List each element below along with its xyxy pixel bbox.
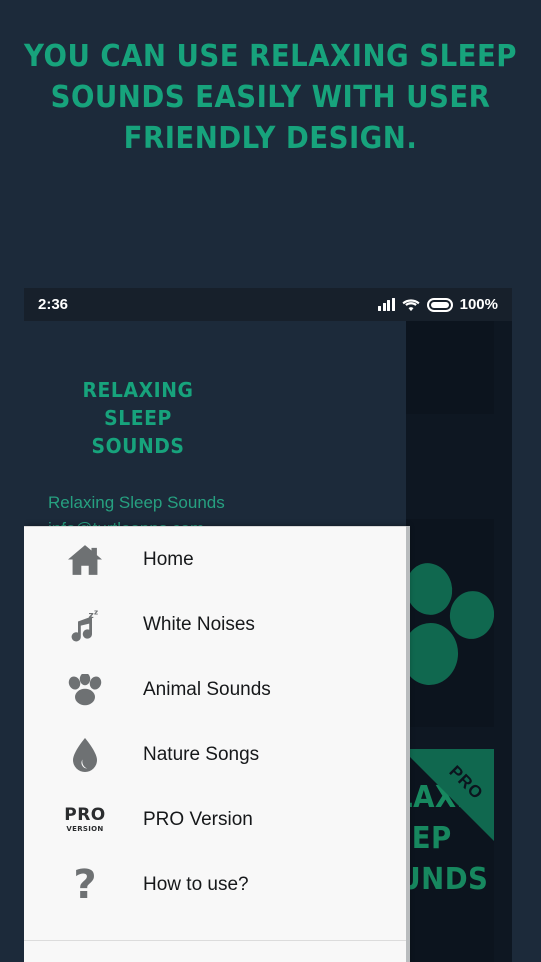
drawer-item-white-noises[interactable]: z z White Noises [24, 592, 406, 657]
paw-icon [62, 669, 108, 711]
drawer-item-label: White Noises [143, 613, 255, 635]
pro-version-icon: PRO VERSION [64, 804, 106, 833]
drawer-app-title-line-3: SOUNDS [91, 434, 185, 458]
drawer-item-label: Home [143, 548, 194, 570]
drawer-item-nature-songs[interactable]: Nature Songs [24, 722, 406, 787]
pro-ribbon-badge: PRO [402, 749, 494, 841]
question-mark-icon: ? [73, 861, 97, 908]
music-note-sleep-icon: z z [62, 604, 108, 646]
drawer-item-label: Nature Songs [143, 743, 260, 765]
drawer-item-label: PRO Version [143, 808, 253, 830]
water-drop-icon [62, 734, 108, 776]
drawer-item-label: How to use? [143, 873, 249, 895]
drawer-footer-divider [24, 940, 406, 941]
drawer-account-name: Relaxing Sleep Sounds [48, 493, 225, 512]
battery-percent-label: 100% [459, 296, 498, 313]
drawer-menu-panel: Home z z White Noises Animal Sounds Natu… [24, 526, 406, 962]
navigation-drawer: RELAXING SLEEP SOUNDS Relaxing Sleep Sou… [24, 288, 410, 962]
drawer-edge-shadow [406, 526, 410, 962]
drawer-item-how-to-use[interactable]: ? How to use? [24, 852, 406, 917]
drawer-app-title-line-1: RELAXING [82, 378, 194, 402]
wifi-icon [402, 298, 420, 312]
home-icon [62, 539, 108, 581]
promo-headline-line-2: SOUNDS EASILY WITH USER [50, 80, 491, 115]
svg-text:z: z [94, 608, 98, 616]
drawer-app-title-line-2: SLEEP [104, 406, 172, 430]
drawer-item-animal-sounds[interactable]: Animal Sounds [24, 657, 406, 722]
drawer-item-pro-version[interactable]: PRO VERSION PRO Version [24, 787, 406, 852]
drawer-item-label: Animal Sounds [143, 678, 271, 700]
battery-icon [426, 297, 453, 312]
drawer-app-title: RELAXING SLEEP SOUNDS [53, 376, 222, 460]
promo-headline-line-3: FRIENDLY DESIGN. [123, 121, 418, 156]
status-bar: 2:36 100% [24, 288, 512, 321]
status-bar-indicators: 100% [378, 296, 498, 313]
svg-text:z: z [89, 611, 94, 621]
signal-bars-icon [378, 298, 395, 311]
phone-device-frame: 2:36 100% LAXIN SOUNDS PRO RELAXING SLEE… [24, 288, 512, 962]
promo-headline-line-1: YOU CAN USE RELAXING SLEEP [24, 39, 517, 74]
promo-headline: YOU CAN USE RELAXING SLEEP SOUNDS EASILY… [22, 36, 520, 159]
drawer-item-home[interactable]: Home [24, 527, 406, 592]
status-bar-clock: 2:36 [38, 296, 69, 313]
drawer-header: RELAXING SLEEP SOUNDS Relaxing Sleep Sou… [24, 321, 406, 538]
